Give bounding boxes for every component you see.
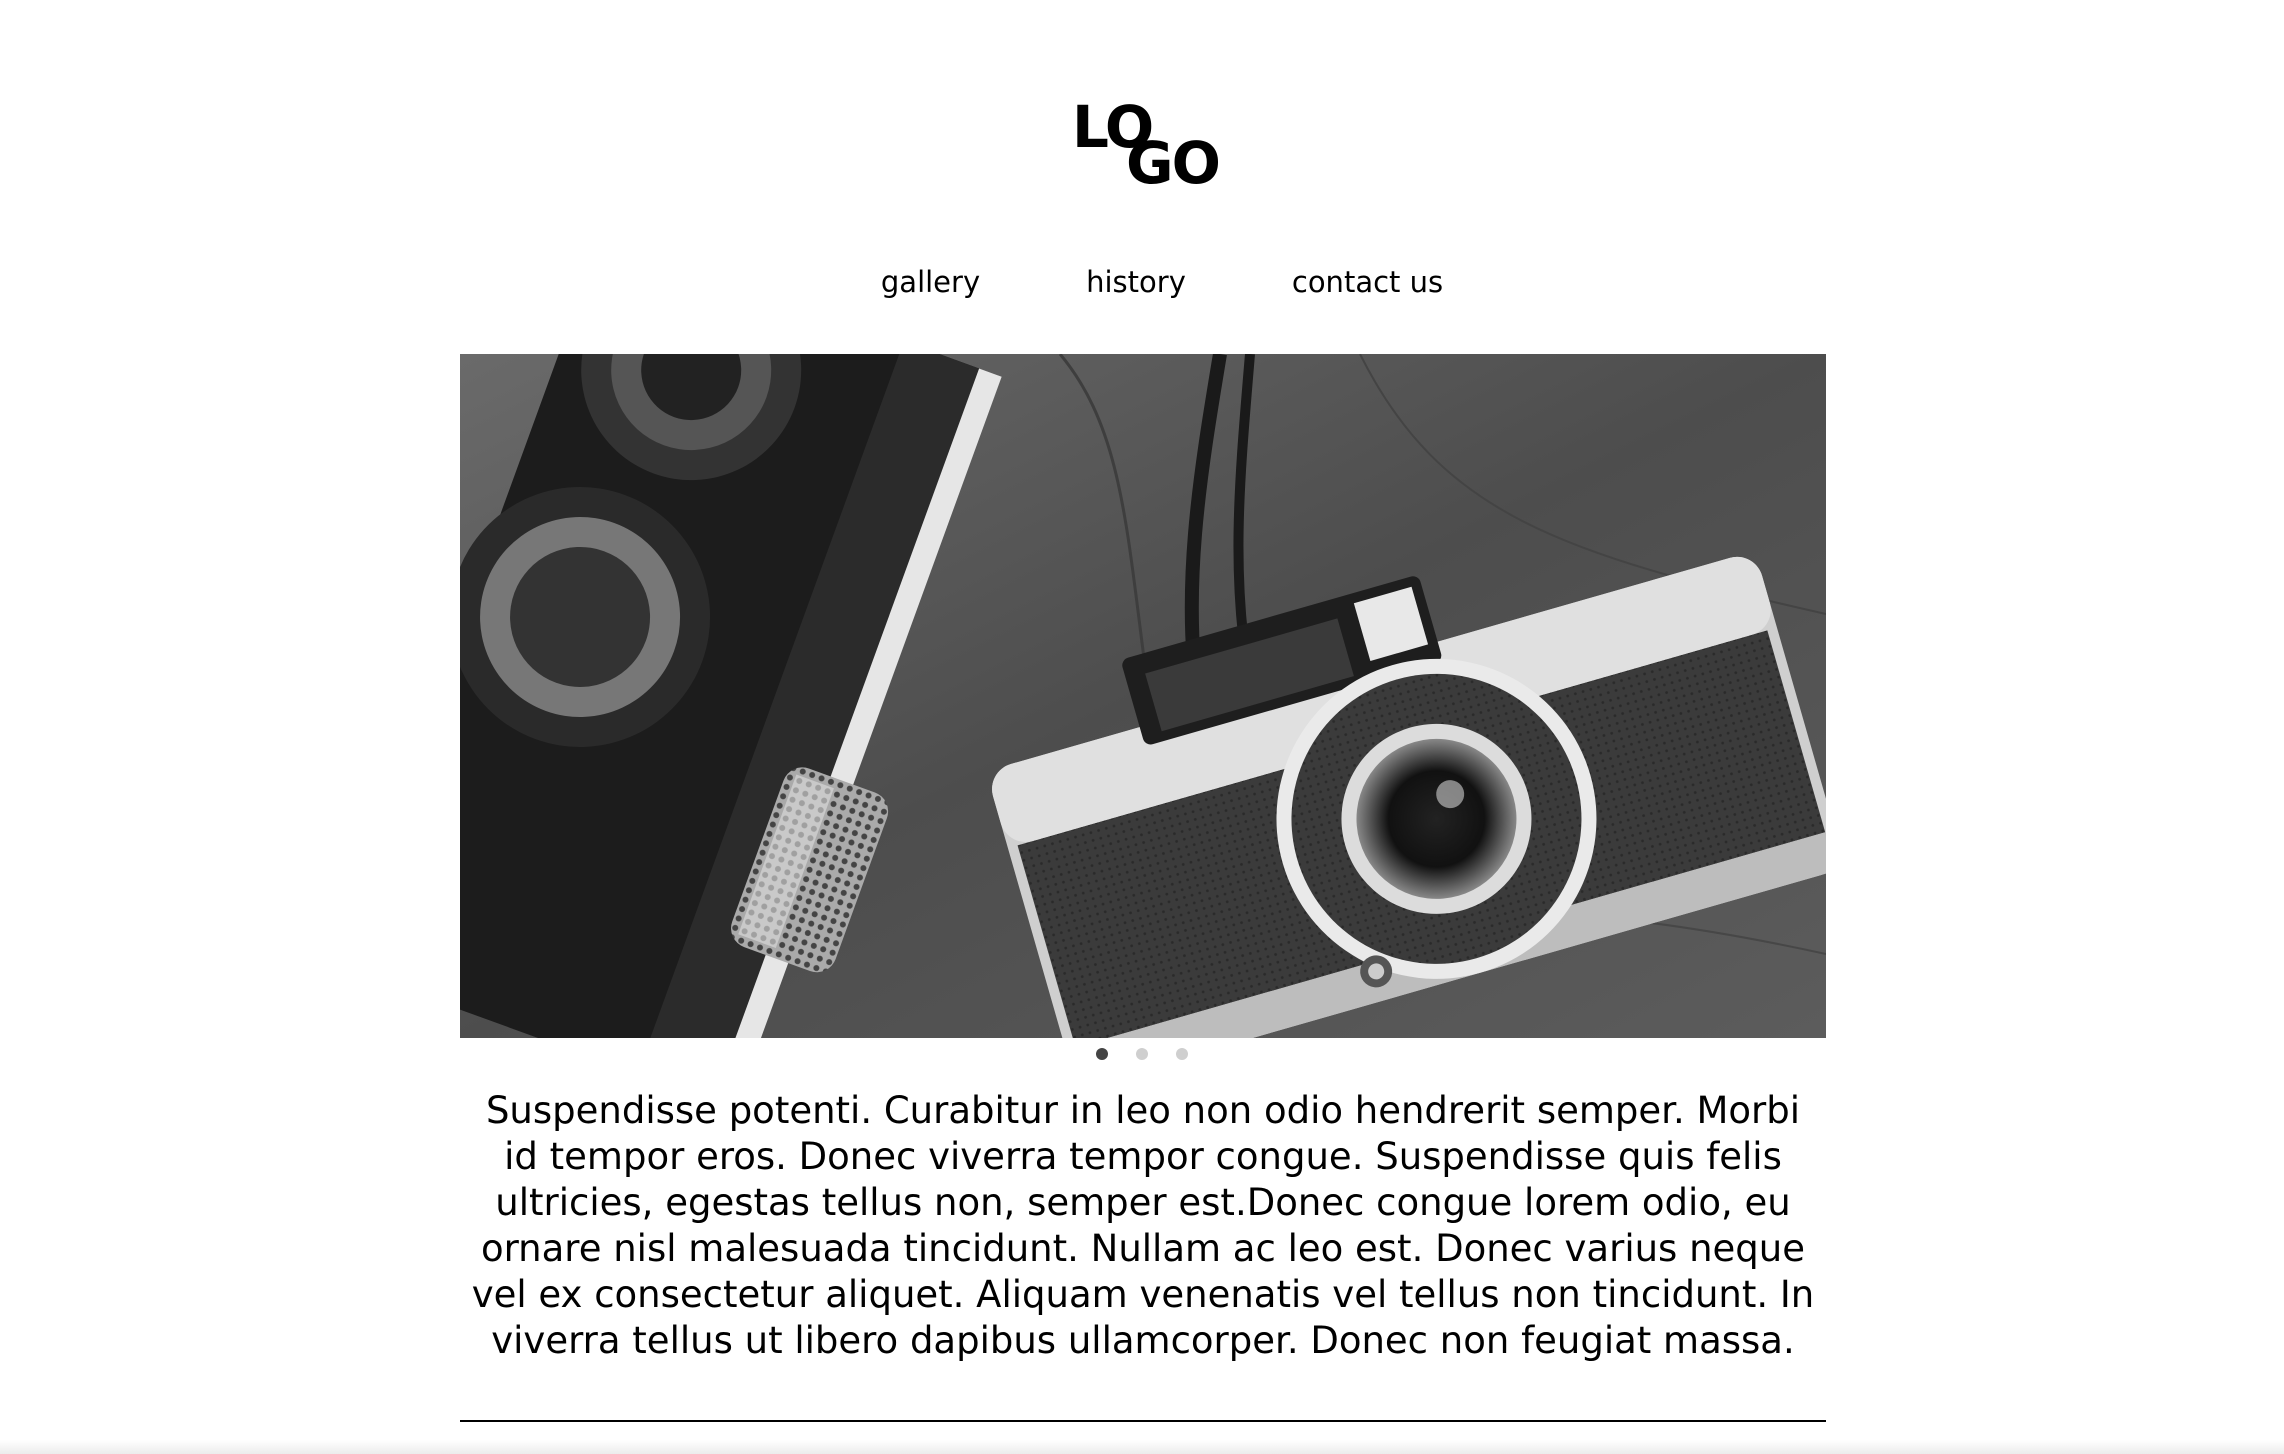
section-divider	[460, 1420, 1826, 1422]
carousel-dot-1[interactable]	[1096, 1048, 1108, 1060]
nav-link-contact-us[interactable]: contact us	[1292, 262, 1443, 302]
carousel-indicators	[0, 1048, 2284, 1060]
logo-text-line-2: GO	[1126, 129, 1221, 197]
carousel-dot-3[interactable]	[1176, 1048, 1188, 1060]
footer-edge	[0, 1440, 2284, 1454]
description-text: Suspendisse potenti. Curabitur in leo no…	[471, 1089, 1815, 1362]
logo[interactable]: LO GO	[1072, 98, 1221, 192]
nav-link-history[interactable]: history	[1086, 262, 1186, 302]
nav-link-gallery[interactable]: gallery	[881, 262, 980, 302]
carousel-image	[460, 354, 1826, 1038]
carousel-dot-2[interactable]	[1136, 1048, 1148, 1060]
hero-carousel[interactable]	[460, 354, 1826, 1038]
main-nav: gallery history contact us	[0, 262, 2284, 302]
